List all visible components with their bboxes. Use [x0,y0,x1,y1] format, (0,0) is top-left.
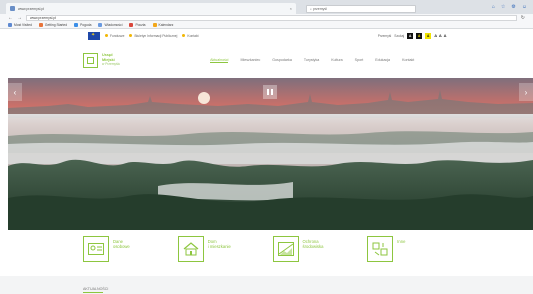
bookmark-item[interactable]: Wiadomości [98,23,122,27]
strip-link-search[interactable]: Szukaj [394,34,404,38]
hero-slider: ‹ › [8,78,533,230]
house-icon [177,236,204,262]
tile-label: Inne [397,239,406,244]
tile-personal-data[interactable]: Dane osobowe [83,236,169,272]
hero-image [8,78,533,230]
strip-link-bip[interactable]: Biuletyn Informacji Publicznej [129,34,177,38]
service-tiles: Dane osobowe Dom i mieszkanie Ochrona środo… [83,236,453,272]
bookmark-item[interactable]: Pogoda [74,23,91,27]
dot-icon [129,34,133,37]
smiley-icon[interactable]: ☺ [522,4,527,10]
hero-prev-arrow[interactable]: ‹ [8,83,22,101]
bookmark-icon [152,23,157,27]
bookmark-item[interactable]: Getting Started [38,23,68,27]
search-value: przemyśl [312,6,327,11]
bookmark-label: Most Visited [14,23,32,27]
bookmark-icon [98,23,103,27]
bookmarks-bar: Most Visited Getting Started Pogoda Wiadomo… [0,22,533,29]
contrast-yellow-button[interactable]: A [416,32,423,39]
main-menu: Aktualności Mieszkaniec Gospodarka Turystyk… [210,58,414,63]
browser-tab[interactable]: www.przemysl.pl × [6,3,296,14]
landscape-icon [272,236,299,262]
contrast-normal-button[interactable]: A [407,32,414,39]
id-card-icon [83,236,109,262]
browser-toolbar-buttons: ⌂ ☆ ⚙ ☺ [492,4,527,10]
dot-icon [182,34,186,37]
back-icon[interactable]: ← [8,15,13,21]
address-input[interactable]: www.przemysl.pl [26,15,517,21]
bookmark-item[interactable]: Most Visited [8,23,32,27]
bookmark-label: Pogoda [80,23,92,27]
menu-item[interactable]: Aktualności [210,58,229,63]
menu-item[interactable]: Kultura [331,58,342,63]
bookmark-item[interactable]: Kalendarz [152,23,174,27]
dot-icon [105,34,108,37]
logo-line: w Przemyślu [102,62,121,67]
site-top-strip: Fundusze Biuletyn Informacji Publicznej … [0,29,533,42]
tile-environment[interactable]: Ochrona środowiska [272,236,359,272]
site-header: Urząd Miejski w Przemyślu Aktualności Mie… [0,42,533,78]
bookmark-label: Kalendarz [158,23,174,27]
bookmark-icon [74,23,79,27]
news-section [0,276,533,294]
menu-item[interactable]: Edukacja [375,58,390,63]
bookmark-label: Poczta [135,23,146,27]
star-icon[interactable]: ☆ [501,4,505,10]
menu-item[interactable]: Turystyka [304,58,319,63]
tile-label: Ochrona środowiska [302,239,324,250]
browser-search-input[interactable]: ⌕ przemyśl [306,4,416,13]
eu-flag-icon [88,31,100,40]
close-tab-icon[interactable]: × [290,6,292,11]
browser-url-bar: ← → www.przemysl.pl ↻ [0,14,533,22]
logo-icon[interactable] [83,52,98,68]
tools-icon [367,236,394,262]
address-value: www.przemysl.pl [30,16,57,20]
hero-pause-button[interactable] [263,85,277,99]
bookmark-icon [38,23,43,27]
bookmark-item[interactable]: Poczta [129,23,146,27]
favicon-icon [10,6,15,11]
strip-link-city[interactable]: Przemyśl [378,34,392,38]
tab-title: www.przemysl.pl [18,6,45,11]
logo-text[interactable]: Urząd Miejski w Przemyślu [102,53,120,67]
tile-label: Dom i mieszkanie [207,239,231,250]
menu-item[interactable]: Gospodarka [272,58,292,63]
hero-next-arrow[interactable]: › [519,83,533,101]
section-heading-underline [83,292,103,293]
section-heading: AKTUALNOŚCI [83,287,109,291]
reload-icon[interactable]: ↻ [521,15,525,21]
strip-link-contact[interactable]: Kontakt [182,34,199,38]
browser-tab-bar: www.przemysl.pl × ⌕ przemyśl ⌂ ☆ ⚙ ☺ [0,0,533,14]
strip-link-funds[interactable]: Fundusze [105,34,124,38]
gear-icon[interactable]: ⚙ [511,4,515,10]
bookmark-label: Getting Started [44,23,68,27]
bookmark-icon [8,23,12,27]
tile-label: Dane osobowe [113,239,130,250]
bookmark-icon [129,23,134,27]
menu-item[interactable]: Kontakt [402,58,414,63]
tile-housing[interactable]: Dom i mieszkanie [177,236,264,272]
font-size-control[interactable]: A A A [434,33,447,38]
home-icon[interactable]: ⌂ [492,4,495,10]
menu-item[interactable]: Mieszkaniec [240,58,260,63]
tile-other[interactable]: Inne [367,236,453,272]
accessibility-tools: Przemyśl Szukaj A A A A A A [378,32,447,39]
forward-icon[interactable]: → [17,15,22,21]
contrast-inverse-button[interactable]: A [425,32,432,39]
menu-item[interactable]: Sport [355,58,364,63]
bookmark-label: Wiadomości [104,23,123,27]
